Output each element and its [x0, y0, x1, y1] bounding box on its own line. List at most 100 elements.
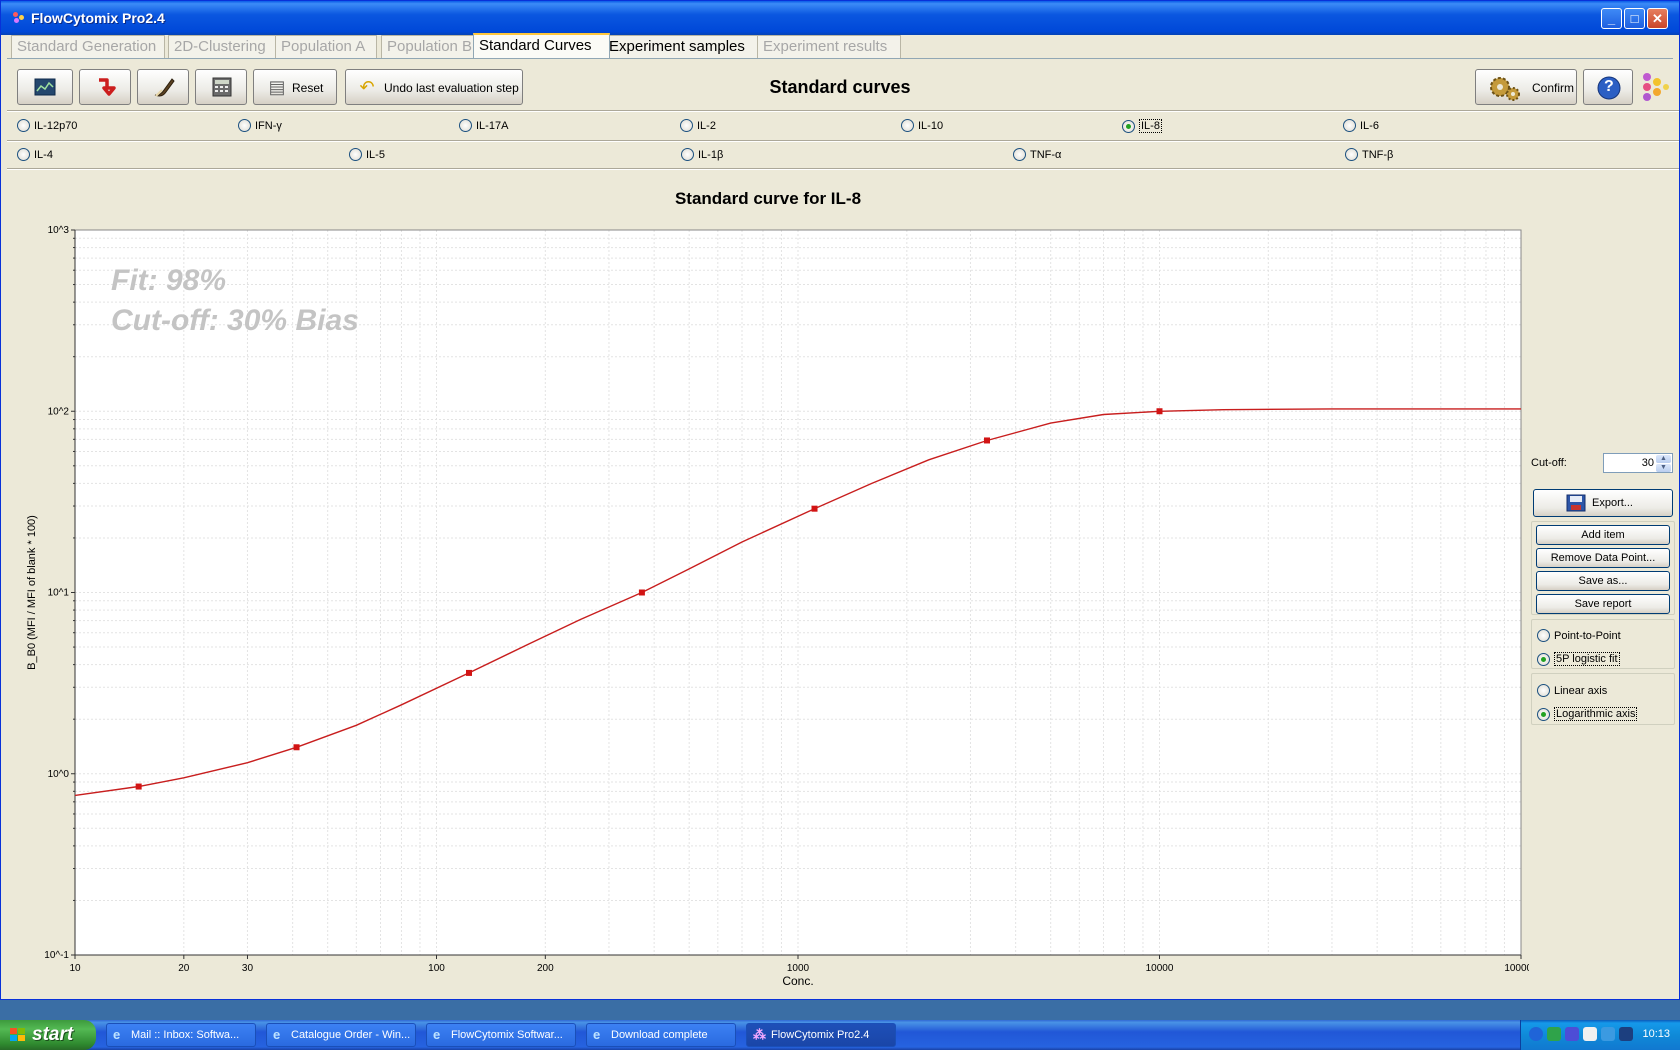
task-catalogue-order[interactable]: e Catalogue Order - Win... — [266, 1023, 416, 1047]
task-flowcytomix-software[interactable]: e FlowCytomix Softwar... — [426, 1023, 576, 1047]
tab-experiment-samples[interactable]: Experiment samples — [603, 35, 763, 58]
radio-label: IL-8 — [1139, 119, 1162, 133]
title-bar[interactable]: FlowCytomix Pro2.4 _ □ ✕ — [1, 1, 1679, 35]
radio-indicator[interactable] — [1537, 707, 1550, 721]
add-item-button[interactable]: Add item — [1536, 525, 1670, 545]
bluetooth-icon[interactable] — [1565, 1027, 1579, 1041]
cutoff-spinner[interactable]: 30 ▲ ▼ — [1603, 453, 1673, 473]
export-label: Export... — [1592, 497, 1633, 509]
analyte-row-2: IL-4 IL-5 IL-1β TNF-α TNF-β — [7, 142, 1679, 168]
radio-indicator[interactable] — [1122, 119, 1135, 133]
task-label: Download complete — [611, 1029, 708, 1041]
spinner-down-icon[interactable]: ▼ — [1656, 464, 1671, 472]
task-mail[interactable]: e Mail :: Inbox: Softwa... — [106, 1023, 256, 1047]
radio-label: IL-17A — [476, 119, 509, 132]
export-button[interactable]: Export... — [1533, 489, 1673, 517]
chart-title: Standard curve for IL-8 — [675, 189, 861, 208]
network-icon[interactable] — [1547, 1027, 1561, 1041]
radio-indicator[interactable] — [680, 119, 693, 132]
analyte-radio-ifn-[interactable]: IFN-γ — [238, 119, 282, 132]
brand-logo-icon — [1643, 73, 1669, 101]
close-button[interactable]: ✕ — [1647, 8, 1668, 29]
analyte-radio-il-8[interactable]: IL-8 — [1122, 119, 1162, 133]
analyte-radio-il-1-[interactable]: IL-1β — [681, 148, 723, 161]
tab-population-b[interactable]: Population B — [381, 35, 480, 58]
start-label: start — [32, 1024, 74, 1045]
radio-label: IFN-γ — [255, 119, 282, 132]
analyte-radio-il-17a[interactable]: IL-17A — [459, 119, 508, 132]
radio-indicator[interactable] — [1345, 148, 1358, 161]
minimize-button[interactable]: _ — [1601, 8, 1622, 29]
task-flowcytomix-pro[interactable]: ⁂ FlowCytomix Pro2.4 — [746, 1023, 896, 1047]
fit-option-0[interactable]: Point-to-Point — [1537, 629, 1621, 642]
save-report-button[interactable]: Save report — [1536, 594, 1670, 614]
radio-indicator[interactable] — [1537, 629, 1550, 642]
radio-label: IL-6 — [1360, 119, 1379, 132]
axis-option-1[interactable]: Logarithmic axis — [1537, 707, 1638, 721]
radio-label: IL-5 — [366, 148, 385, 161]
data-point — [638, 589, 645, 596]
task-label: FlowCytomix Softwar... — [451, 1029, 563, 1041]
fit-option-1[interactable]: 5P logistic fit — [1537, 652, 1620, 666]
radio-label: Logarithmic axis — [1554, 707, 1638, 721]
standard-curve-chart[interactable]: 10 20 30 100 200 1000 10000 100000 10^-1 10^0 10^1… — [9, 171, 1529, 993]
tab-population-a[interactable]: Population A — [275, 35, 377, 58]
monitor-icon[interactable] — [1619, 1027, 1633, 1041]
x-tick-label: 100 — [428, 963, 445, 974]
radio-indicator[interactable] — [459, 119, 472, 132]
radio-label: IL-4 — [34, 148, 53, 161]
help-button[interactable]: ? — [1583, 69, 1633, 105]
radio-indicator[interactable] — [681, 148, 694, 161]
radio-label: TNF-α — [1030, 148, 1062, 161]
window-title: FlowCytomix Pro2.4 — [31, 10, 165, 26]
x-tick-label: 100000 — [1504, 963, 1529, 974]
analyte-radio-il-12p70[interactable]: IL-12p70 — [17, 119, 77, 132]
y-tick-label: 10^3 — [48, 225, 70, 236]
analyte-radio-tnf-[interactable]: TNF-β — [1345, 148, 1393, 161]
radio-indicator[interactable] — [17, 148, 30, 161]
analyte-radio-il-4[interactable]: IL-4 — [17, 148, 53, 161]
volume-icon[interactable] — [1601, 1027, 1615, 1041]
remove-data-point-button[interactable]: Remove Data Point... — [1536, 548, 1670, 568]
spinner-up-icon[interactable]: ▲ — [1656, 455, 1671, 463]
analyte-radio-il-6[interactable]: IL-6 — [1343, 119, 1379, 132]
data-point — [293, 744, 300, 751]
analyte-radio-il-5[interactable]: IL-5 — [349, 148, 385, 161]
analyte-row-1: IL-12p70 IFN-γ IL-17A IL-2 IL-10 IL-8 IL-6 — [7, 113, 1679, 139]
radio-indicator[interactable] — [1537, 652, 1550, 666]
axis-option-0[interactable]: Linear axis — [1537, 684, 1607, 697]
tab-2d-clustering[interactable]: 2D-Clustering — [168, 35, 282, 58]
radio-indicator[interactable] — [901, 119, 914, 132]
tab-standard-curves[interactable]: Standard Curves — [473, 33, 610, 58]
radio-indicator[interactable] — [1013, 148, 1026, 161]
fit-annotation: Cut-off: 30% Bias — [111, 304, 359, 337]
security-icon[interactable] — [1583, 1027, 1597, 1041]
confirm-button[interactable]: Confirm — [1475, 69, 1577, 105]
start-button[interactable]: start — [0, 1020, 96, 1050]
radio-indicator[interactable] — [1343, 119, 1356, 132]
help-symbol: ? — [1604, 78, 1614, 95]
radio-indicator[interactable] — [17, 119, 30, 132]
radio-indicator[interactable] — [1537, 684, 1550, 697]
analyte-radio-il-10[interactable]: IL-10 — [901, 119, 943, 132]
analyte-radio-tnf-[interactable]: TNF-α — [1013, 148, 1061, 161]
task-download-complete[interactable]: e Download complete — [586, 1023, 736, 1047]
radio-indicator[interactable] — [349, 148, 362, 161]
tab-standard-generation[interactable]: Standard Generation — [11, 35, 165, 58]
y-tick-label: 10^1 — [48, 588, 70, 599]
radio-label: Linear axis — [1554, 684, 1608, 697]
clock: 10:13 — [1642, 1028, 1670, 1040]
radio-indicator[interactable] — [238, 119, 251, 132]
y-tick-label: 10^0 — [48, 769, 70, 780]
x-tick-label: 10000 — [1146, 963, 1174, 974]
maximize-button[interactable]: □ — [1624, 8, 1645, 29]
save-as-button[interactable]: Save as... — [1536, 571, 1670, 591]
windows-flag-icon — [10, 1028, 26, 1042]
arrow-icon[interactable] — [1529, 1027, 1543, 1041]
analyte-radio-il-2[interactable]: IL-2 — [680, 119, 716, 132]
data-point — [135, 783, 142, 790]
y-tick-label: 10^-1 — [44, 950, 69, 961]
app-window: FlowCytomix Pro2.4 _ □ ✕ Standard Genera… — [0, 0, 1680, 1000]
tab-experiment-results[interactable]: Experiment results — [757, 35, 901, 58]
app-icon — [13, 12, 25, 24]
